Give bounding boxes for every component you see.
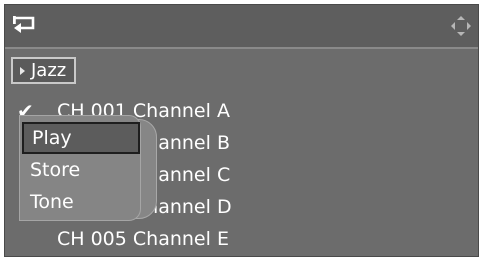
context-menu: Play Store Tone: [19, 115, 161, 221]
menu-item-store[interactable]: Store: [22, 154, 140, 186]
category-selector[interactable]: Jazz: [11, 57, 77, 84]
channel-label: CH 005 Channel E: [57, 228, 229, 250]
directional-pad-icon: [451, 16, 471, 36]
context-menu-body: Play Store Tone: [19, 115, 141, 221]
radio-panel: Jazz ✔ CH 001 Channel A CH 002 Channel B…: [4, 4, 479, 257]
menu-item-label: Play: [32, 127, 72, 149]
screen: Jazz ✔ CH 001 Channel A CH 002 Channel B…: [0, 0, 486, 261]
triangle-right-icon: [20, 66, 25, 75]
menu-item-play[interactable]: Play: [22, 122, 140, 154]
menu-item-tone[interactable]: Tone: [22, 186, 140, 218]
menu-item-label: Store: [30, 159, 81, 181]
header-divider: [5, 47, 478, 49]
category-label: Jazz: [31, 60, 67, 81]
menu-item-label: Tone: [30, 191, 74, 213]
channel-item[interactable]: CH 005 Channel E: [5, 223, 478, 255]
back-arrow-icon[interactable]: [11, 13, 37, 37]
header-bar: [5, 5, 478, 47]
